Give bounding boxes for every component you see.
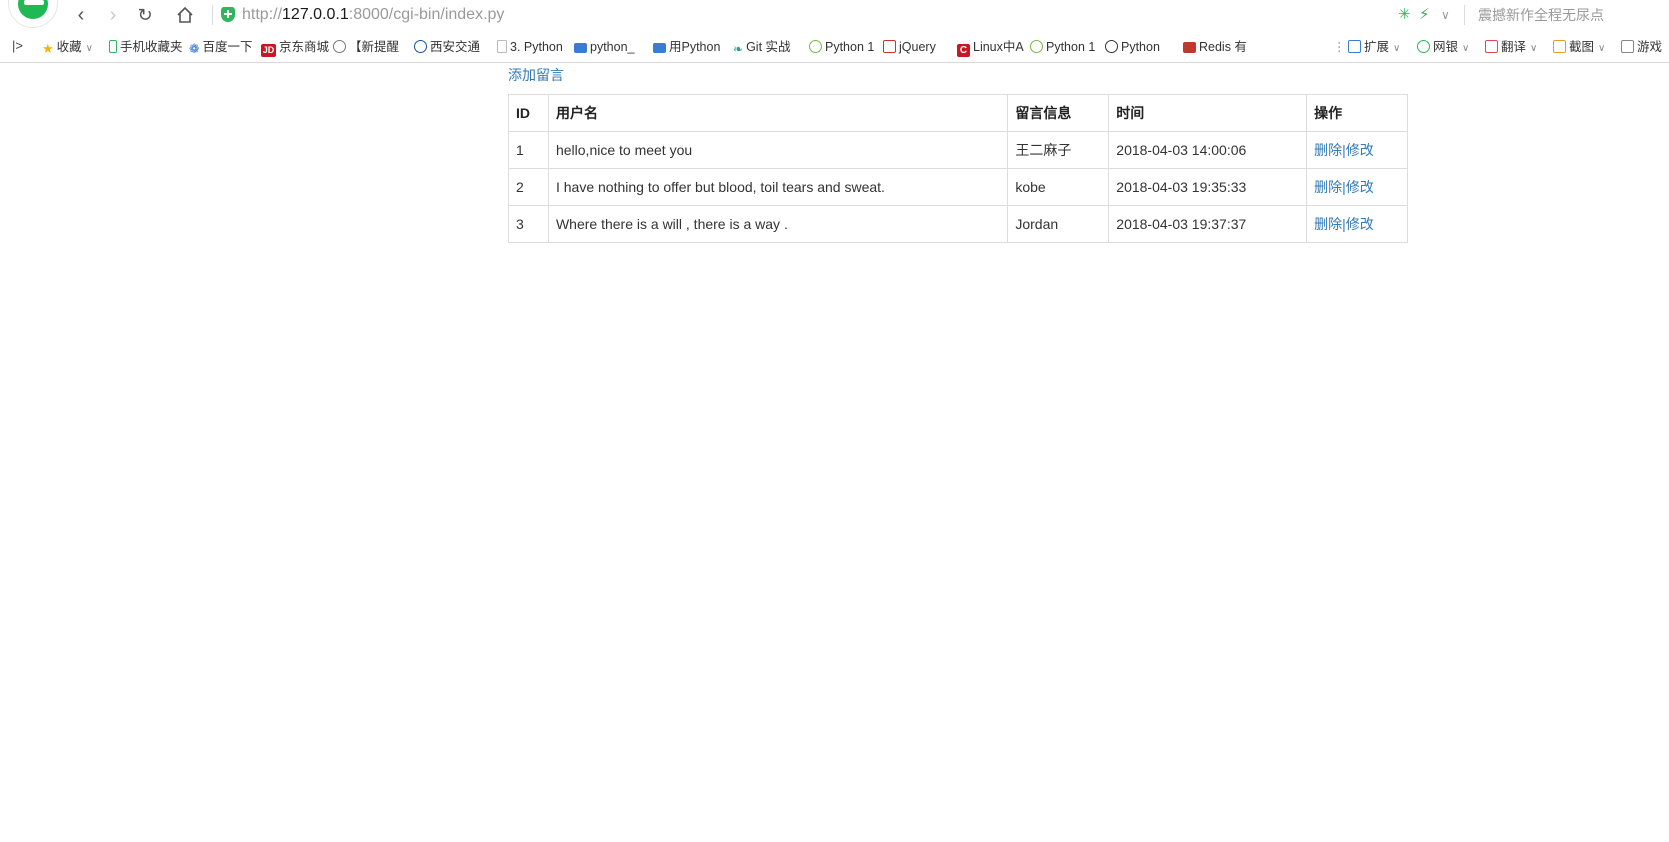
shield-icon[interactable]	[221, 7, 235, 22]
game-icon	[1621, 40, 1634, 53]
bookmark-extensions[interactable]: 扩展 ∨	[1348, 39, 1400, 55]
bookmark-translate[interactable]: 翻译 ∨	[1485, 39, 1537, 55]
apple-icon	[809, 40, 822, 53]
header-actions: 操作	[1306, 94, 1408, 132]
dropdown-icon[interactable]: ∨	[1441, 6, 1450, 24]
reload-icon[interactable]: ↻	[132, 2, 158, 28]
bookmark-favorites[interactable]: ★ 收藏 ∨	[42, 39, 93, 56]
header-username: 用户名	[547, 94, 1009, 132]
book-icon	[574, 43, 587, 53]
chevron-down-icon: ∨	[1462, 43, 1470, 54]
phone-icon	[109, 40, 117, 53]
cell-username: I have nothing to offer but blood, toil …	[547, 168, 1009, 206]
page-icon	[497, 40, 507, 53]
delete-link[interactable]: 删除	[1314, 216, 1342, 232]
extension-icon	[1348, 40, 1361, 53]
table-header-row: ID 用户名 留言信息 时间 操作	[508, 94, 1408, 132]
url-path: :8000/cgi-bin/index.py	[348, 6, 505, 23]
bookmark-item[interactable]: ❧ Git 实战	[733, 39, 791, 56]
header-time: 时间	[1108, 94, 1308, 132]
bookmark-item[interactable]: 手机收藏夹	[109, 39, 183, 55]
sidebar-toggle-icon[interactable]: |>	[12, 38, 23, 53]
star-icon: ★	[42, 41, 54, 56]
bookmark-item[interactable]: ❁ 百度一下	[189, 39, 253, 56]
cell-id: 2	[508, 168, 549, 206]
bookmark-item[interactable]: Python 1	[809, 39, 874, 55]
more-icon[interactable]: ⋮	[1333, 39, 1346, 55]
swirl-icon	[333, 40, 346, 53]
browser-toolbar: ‹ › ↻ http://127.0.0.1:8000/cgi-bin/inde…	[0, 0, 1669, 30]
edit-link[interactable]: 修改	[1346, 216, 1374, 232]
loading-icon[interactable]: ✳	[1398, 6, 1411, 24]
browser-logo-icon[interactable]	[8, 0, 58, 28]
search-separator	[1464, 5, 1465, 25]
apple-icon	[1030, 40, 1043, 53]
delete-link[interactable]: 删除	[1314, 179, 1342, 195]
cell-time: 2018-04-03 19:37:37	[1108, 205, 1308, 243]
cell-time: 2018-04-03 19:35:33	[1108, 168, 1308, 206]
screenshot-icon	[1553, 40, 1566, 53]
cell-actions: 删除|修改	[1306, 205, 1408, 243]
search-input[interactable]: 震撼新作全程无尿点	[1478, 6, 1604, 24]
gear-icon	[1105, 40, 1118, 53]
leaf-icon: ❧	[733, 42, 744, 56]
address-separator	[212, 5, 213, 25]
bookmark-screenshot[interactable]: 截图 ∨	[1553, 39, 1605, 55]
url-prefix: http://	[242, 6, 283, 23]
forward-icon[interactable]: ›	[100, 2, 126, 28]
redis-icon	[1183, 42, 1196, 53]
cell-message: kobe	[1007, 168, 1110, 206]
cell-username: Where there is a will , there is a way .	[547, 205, 1009, 243]
speed-icon[interactable]: ⚡	[1419, 6, 1430, 24]
book-icon	[653, 43, 666, 53]
bookmark-item[interactable]: Redis 有	[1183, 39, 1247, 55]
back-icon[interactable]: ‹	[68, 2, 94, 28]
cell-id: 3	[508, 205, 549, 243]
bank-icon	[1417, 40, 1430, 53]
message-table: ID 用户名 留言信息 时间 操作 1 hello,nice to meet y…	[508, 94, 1408, 243]
bookmark-item[interactable]: JD 京东商城	[261, 39, 329, 57]
bookmarks-bar: |> ★ 收藏 ∨ 手机收藏夹 ❁ 百度一下 JD 京东商城 【新提醒 西安交通 3. …	[0, 30, 1669, 63]
translate-icon	[1485, 40, 1498, 53]
paw-icon: ❁	[189, 42, 200, 56]
header-id: ID	[508, 94, 549, 132]
j-icon	[883, 40, 896, 53]
cell-username: hello,nice to meet you	[547, 131, 1009, 169]
bookmark-games[interactable]: 游戏	[1621, 39, 1662, 55]
cell-id: 1	[508, 131, 549, 169]
header-message: 留言信息	[1007, 94, 1110, 132]
cell-message: 王二麻子	[1007, 131, 1110, 169]
bookmark-item[interactable]: 3. Python	[497, 39, 563, 55]
jd-icon: JD	[261, 44, 276, 57]
bookmark-item[interactable]: 西安交通	[414, 39, 480, 55]
cell-time: 2018-04-03 14:00:06	[1108, 131, 1308, 169]
bookmark-item[interactable]: 【新提醒	[333, 39, 399, 55]
address-bar[interactable]: http://127.0.0.1:8000/cgi-bin/index.py	[242, 5, 504, 25]
cell-actions: 删除|修改	[1306, 168, 1408, 206]
add-message-link[interactable]: 添加留言	[508, 66, 564, 84]
chevron-down-icon: ∨	[85, 43, 93, 54]
table-row: 3 Where there is a will , there is a way…	[508, 205, 1408, 243]
table-row: 2 I have nothing to offer but blood, toi…	[508, 168, 1408, 206]
bookmark-bank[interactable]: 网银 ∨	[1417, 39, 1469, 55]
chevron-down-icon: ∨	[1393, 43, 1401, 54]
bookmark-item[interactable]: C Linux中A	[957, 39, 1024, 57]
c-icon: C	[957, 44, 970, 57]
bookmark-item[interactable]: Python 1	[1030, 39, 1095, 55]
edit-link[interactable]: 修改	[1346, 142, 1374, 158]
bookmark-item[interactable]: python_	[574, 39, 634, 55]
chevron-down-icon: ∨	[1598, 43, 1606, 54]
table-row: 1 hello,nice to meet you 王二麻子 2018-04-03…	[508, 131, 1408, 169]
cell-message: Jordan	[1007, 205, 1110, 243]
home-icon[interactable]	[172, 2, 198, 28]
seal-icon	[414, 40, 427, 53]
bookmark-item[interactable]: jQuery	[883, 39, 936, 55]
chevron-down-icon: ∨	[1530, 43, 1538, 54]
edit-link[interactable]: 修改	[1346, 179, 1374, 195]
bookmark-item[interactable]: Python	[1105, 39, 1160, 55]
delete-link[interactable]: 删除	[1314, 142, 1342, 158]
bookmark-item[interactable]: 用Python	[653, 39, 720, 55]
cell-actions: 删除|修改	[1306, 131, 1408, 169]
url-host: 127.0.0.1	[282, 6, 349, 23]
